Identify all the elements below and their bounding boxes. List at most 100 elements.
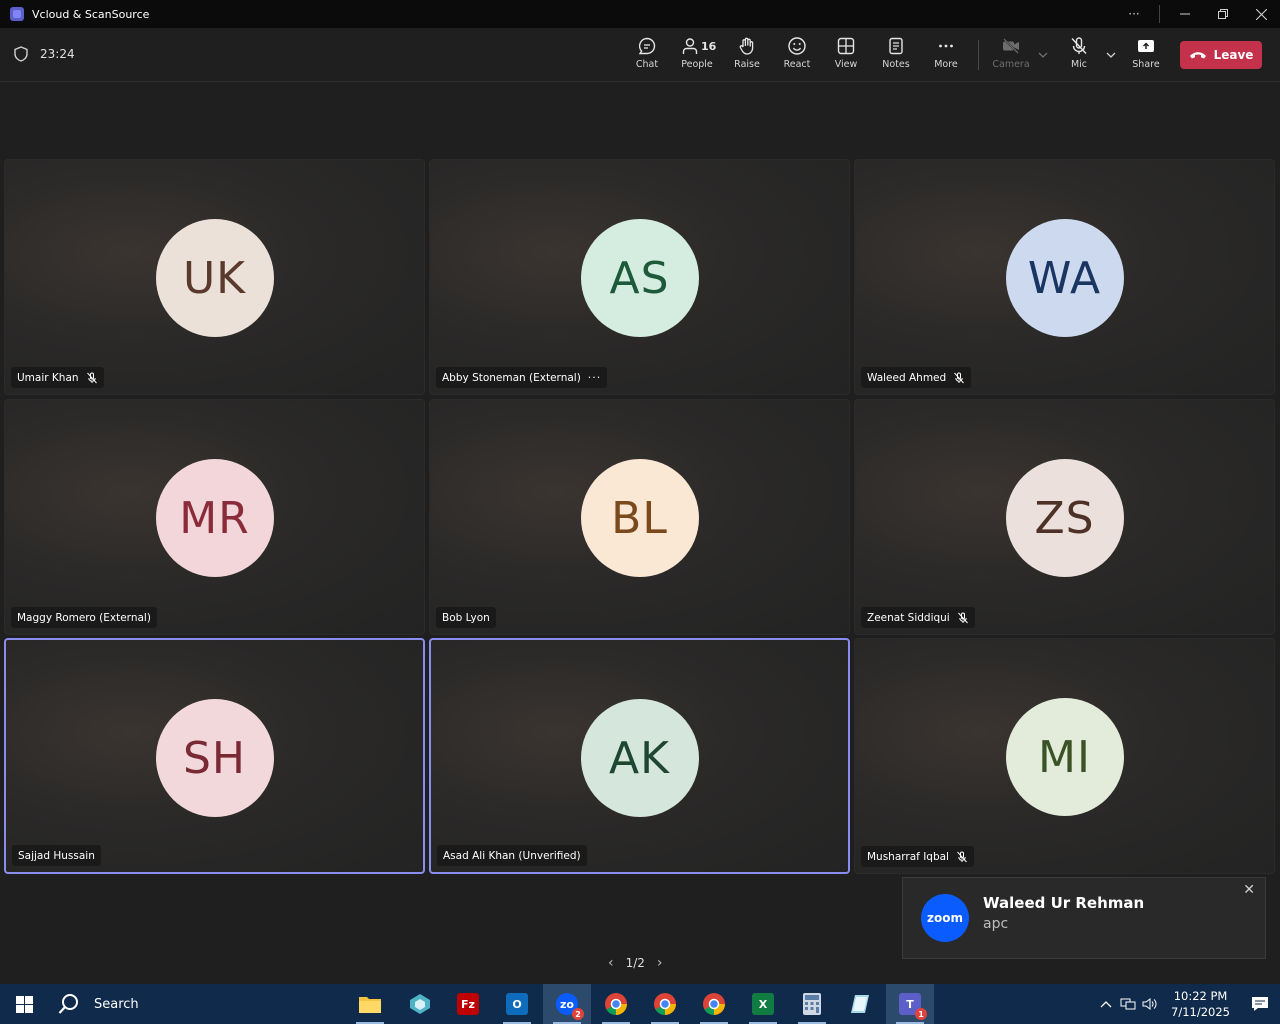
teams-app[interactable]: T 1 bbox=[886, 984, 934, 1024]
avatar: ZS bbox=[1005, 459, 1124, 577]
avatar: AS bbox=[580, 219, 699, 337]
participant-name: Maggy Romero (External) bbox=[17, 611, 151, 624]
react-label: React bbox=[783, 59, 811, 70]
mic-muted-icon bbox=[957, 851, 967, 862]
toolbar-divider bbox=[978, 40, 979, 70]
chevron-up-icon[interactable] bbox=[1095, 1000, 1117, 1008]
outlook-app[interactable]: O bbox=[493, 984, 541, 1024]
title-bar: Vcloud & ScanSource ··· bbox=[0, 0, 1280, 28]
participant-name: Bob Lyon bbox=[442, 611, 490, 624]
page-indicator: 1/2 bbox=[625, 956, 645, 970]
restore-button[interactable] bbox=[1204, 0, 1242, 28]
more-options-icon[interactable]: ··· bbox=[588, 371, 602, 384]
windows-icon bbox=[15, 995, 33, 1013]
search-label: Search bbox=[94, 996, 139, 1012]
teams-icon: T 1 bbox=[899, 993, 927, 1020]
volume-icon[interactable] bbox=[1139, 997, 1161, 1011]
next-page-icon[interactable]: › bbox=[657, 955, 663, 971]
caller-subtitle: apc bbox=[983, 916, 1009, 932]
zoom-app[interactable]: zo 2 bbox=[543, 984, 591, 1024]
window-title: Vcloud & ScanSource bbox=[32, 7, 150, 21]
name-tag: Umair Khan bbox=[11, 367, 104, 388]
mic-muted-icon bbox=[86, 372, 97, 383]
name-tag: Bob Lyon bbox=[436, 607, 496, 628]
close-icon[interactable]: ✕ bbox=[1243, 882, 1255, 898]
excel-app[interactable]: X bbox=[739, 984, 787, 1024]
view-button[interactable]: View bbox=[822, 36, 870, 76]
raise-hand-button[interactable]: Raise bbox=[723, 36, 771, 76]
name-tag: Asad Ali Khan (Unverified) bbox=[437, 845, 587, 866]
chat-button[interactable]: Chat bbox=[623, 36, 671, 76]
participant-tile[interactable]: UK Umair Khan bbox=[4, 159, 425, 395]
minimize-button[interactable] bbox=[1166, 0, 1204, 28]
chrome-app[interactable] bbox=[592, 984, 640, 1024]
participant-name: Umair Khan bbox=[17, 371, 79, 384]
clock[interactable]: 10:22 PM 7/11/2025 bbox=[1171, 988, 1230, 1020]
taskbar-app[interactable] bbox=[396, 984, 444, 1024]
participant-tile-speaking[interactable]: SH Sajjad Hussain bbox=[4, 638, 425, 874]
calculator-app[interactable] bbox=[788, 984, 836, 1024]
more-options-icon[interactable]: ··· bbox=[1115, 0, 1153, 28]
participant-tile[interactable]: ZS Zeenat Siddiqui bbox=[854, 399, 1275, 635]
mic-off-icon bbox=[1071, 37, 1087, 54]
people-label: People bbox=[681, 59, 713, 70]
filezilla-app[interactable]: Fz bbox=[444, 984, 492, 1024]
participant-tile[interactable]: BL Bob Lyon bbox=[429, 399, 850, 635]
chat-label: Chat bbox=[635, 59, 659, 70]
zoom-icon: zo 2 bbox=[556, 993, 584, 1020]
close-button[interactable] bbox=[1242, 0, 1280, 28]
excel-icon: X bbox=[752, 993, 774, 1015]
notepad-app[interactable] bbox=[837, 984, 885, 1024]
incoming-call-notification[interactable]: zoom Waleed Ur Rehman apc ✕ bbox=[902, 877, 1266, 959]
camera-button[interactable]: Camera bbox=[987, 36, 1035, 76]
notification-center-icon[interactable] bbox=[1240, 996, 1280, 1012]
meeting-timer: 23:24 bbox=[14, 46, 75, 62]
chrome-app[interactable] bbox=[641, 984, 689, 1024]
taskbar: Search Fz O zo 2 X T 1 10:22 PM 7/11/202… bbox=[0, 984, 1280, 1024]
leave-label: Leave bbox=[1213, 48, 1254, 62]
avatar: BL bbox=[580, 459, 699, 577]
avatar: UK bbox=[155, 219, 274, 337]
notes-button[interactable]: Notes bbox=[872, 36, 920, 76]
leave-button[interactable]: Leave bbox=[1180, 41, 1262, 69]
share-label: Share bbox=[1132, 59, 1160, 70]
mic-options-chevron-icon[interactable] bbox=[1104, 48, 1118, 62]
caller-name: Waleed Ur Rehman bbox=[983, 894, 1145, 912]
notification-badge: 1 bbox=[915, 1008, 927, 1020]
participant-tile[interactable]: MR Maggy Romero (External) bbox=[4, 399, 425, 635]
camera-label: Camera bbox=[992, 59, 1030, 70]
divider bbox=[1159, 5, 1160, 23]
people-button[interactable]: 16 People bbox=[673, 36, 721, 76]
hang-up-icon bbox=[1189, 52, 1206, 59]
network-icon[interactable] bbox=[1117, 997, 1139, 1011]
participant-name: Musharraf Iqbal bbox=[867, 850, 949, 863]
chrome-app[interactable] bbox=[690, 984, 738, 1024]
participant-name: Abby Stoneman (External) bbox=[442, 371, 581, 384]
avatar: WA bbox=[1005, 219, 1124, 337]
avatar: SH bbox=[155, 699, 274, 817]
mic-muted-icon bbox=[954, 372, 965, 383]
smiley-icon bbox=[788, 37, 806, 55]
mic-button[interactable]: Mic bbox=[1055, 36, 1103, 76]
file-explorer-app[interactable] bbox=[346, 984, 394, 1024]
name-tag: Waleed Ahmed bbox=[861, 367, 972, 388]
participant-tile[interactable]: MI Musharraf Iqbal bbox=[854, 638, 1275, 874]
participant-tile-speaking[interactable]: AK Asad Ali Khan (Unverified) bbox=[429, 638, 850, 874]
camera-options-chevron-icon[interactable] bbox=[1036, 48, 1050, 62]
taskbar-search[interactable]: Search bbox=[58, 993, 139, 1015]
share-screen-icon bbox=[1138, 40, 1154, 52]
meeting-toolbar: 23:24 Chat 16 People Raise React View No… bbox=[0, 28, 1280, 82]
chat-icon bbox=[638, 37, 656, 55]
camera-off-icon bbox=[1003, 38, 1019, 54]
participant-tile[interactable]: WA Waleed Ahmed bbox=[854, 159, 1275, 395]
more-button[interactable]: More bbox=[922, 36, 970, 76]
react-button[interactable]: React bbox=[773, 36, 821, 76]
notepad-icon bbox=[851, 995, 869, 1013]
previous-page-icon[interactable]: ‹ bbox=[608, 955, 614, 971]
start-button[interactable] bbox=[0, 984, 48, 1024]
teams-app-icon bbox=[10, 7, 24, 21]
avatar: MI bbox=[1005, 698, 1124, 816]
share-button[interactable]: Share bbox=[1122, 36, 1170, 76]
participant-tile[interactable]: AS Abby Stoneman (External) ··· bbox=[429, 159, 850, 395]
hand-icon bbox=[739, 37, 754, 55]
